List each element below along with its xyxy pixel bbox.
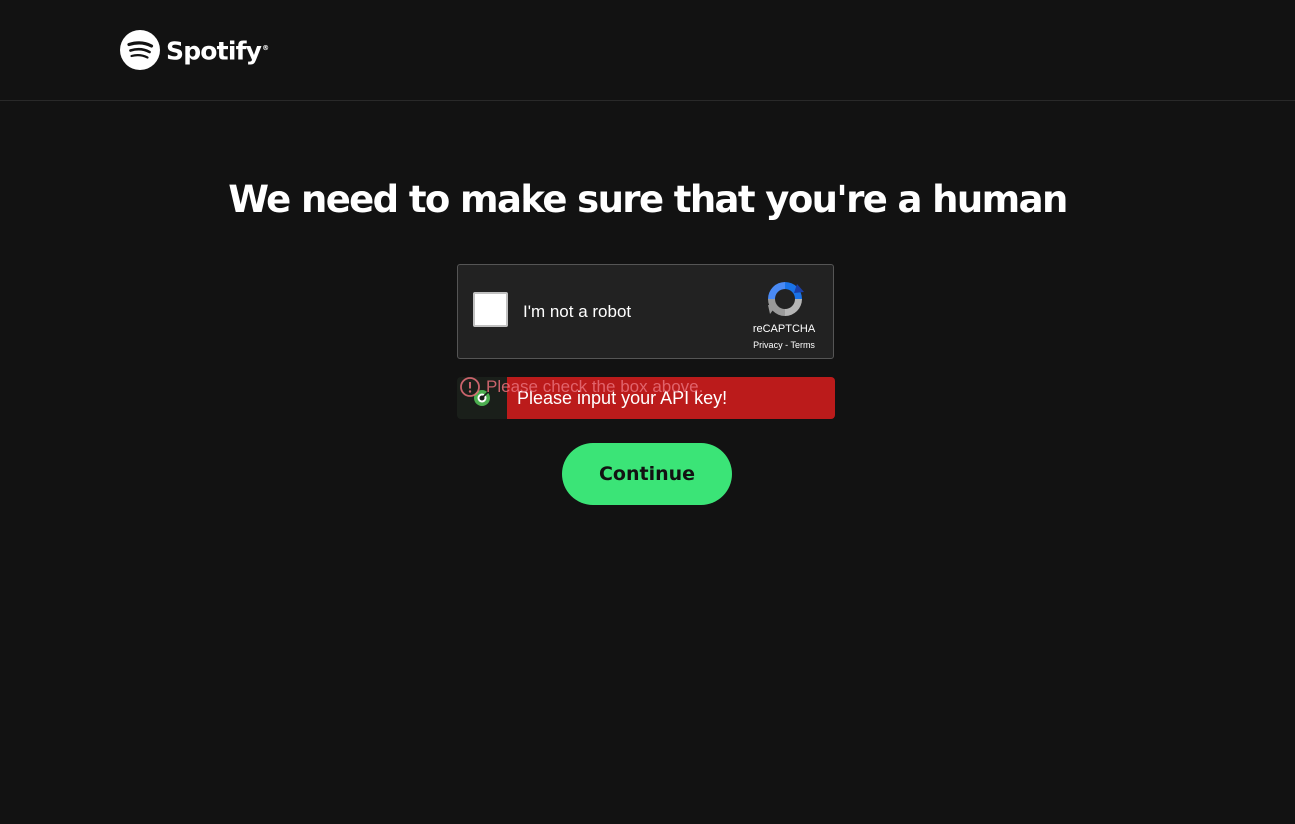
terms-link[interactable]: Terms (790, 340, 815, 350)
privacy-link[interactable]: Privacy (753, 340, 783, 350)
continue-button[interactable]: Continue (562, 443, 732, 505)
recaptcha-logo-icon (768, 282, 804, 316)
error-circle-icon (460, 377, 480, 397)
brand-wordmark: Spotify® (166, 36, 269, 66)
recaptcha-checkbox-label: I'm not a robot (523, 302, 632, 321)
spotify-logo-icon (120, 30, 160, 70)
recaptcha-brand: reCAPTCHA (752, 323, 816, 335)
recaptcha-widget: I'm not a robot reCAPTCHA Privacy - Term… (457, 264, 834, 359)
page-title: We need to make sure that you're a human (228, 178, 1068, 221)
recaptcha-checkbox[interactable] (473, 292, 508, 327)
recaptcha-links: Privacy - Terms (738, 340, 830, 350)
top-header: Spotify® (0, 0, 1295, 101)
registered-mark: ® (262, 44, 269, 53)
links-separator: - (785, 340, 789, 350)
recaptcha-error-text: Please check the box above. (486, 377, 704, 396)
spotify-logo[interactable]: Spotify® (120, 30, 269, 70)
recaptcha-error: Please check the box above. (459, 376, 703, 398)
